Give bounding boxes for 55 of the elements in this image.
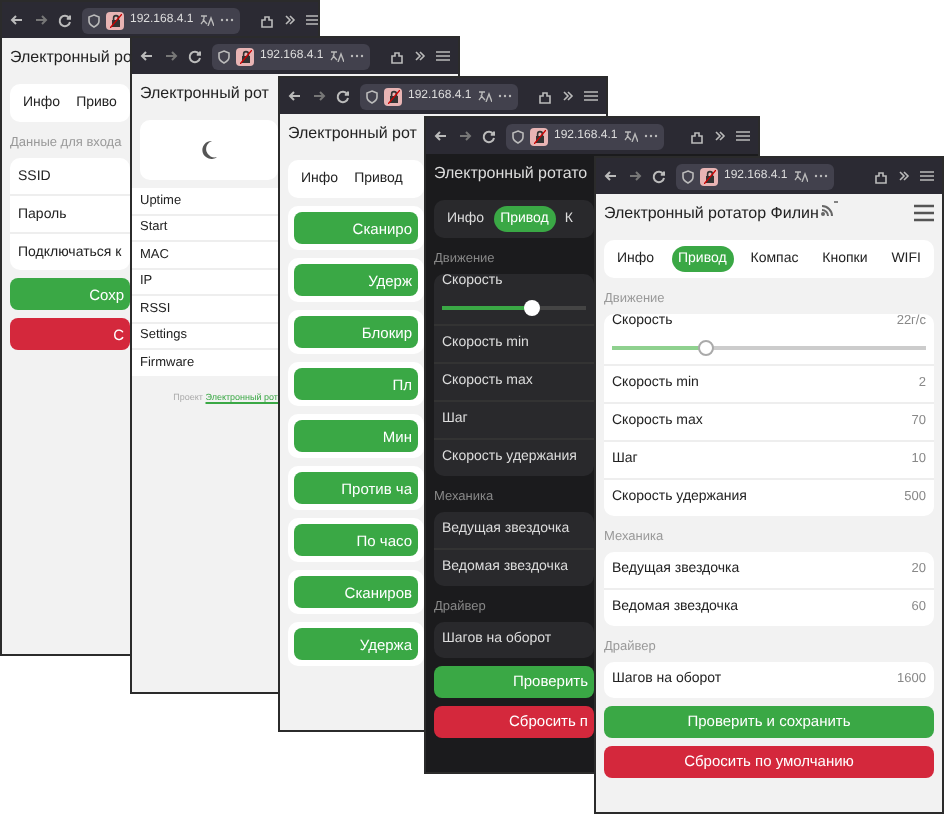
reload-icon[interactable]: [188, 49, 202, 63]
shield-icon: [366, 89, 378, 103]
shield-icon: [218, 49, 230, 63]
lock-icon[interactable]: [236, 47, 254, 65]
reload-icon[interactable]: [652, 169, 666, 183]
back-icon[interactable]: [434, 130, 448, 142]
back-icon[interactable]: [140, 50, 154, 62]
forward-icon[interactable]: [312, 90, 326, 102]
shield-icon: [512, 129, 524, 143]
translate-icon[interactable]: [623, 130, 638, 142]
extension-icon[interactable]: [874, 169, 888, 183]
lock-icon[interactable]: [384, 87, 402, 105]
signal-icon: [820, 200, 841, 216]
chevrons-icon[interactable]: [714, 130, 726, 142]
back-icon[interactable]: [288, 90, 302, 102]
extension-icon[interactable]: [390, 49, 404, 63]
forward-icon[interactable]: [164, 50, 178, 62]
shield-icon: [682, 169, 694, 183]
menu-icon[interactable]: [736, 130, 750, 142]
forward-icon[interactable]: [34, 14, 48, 26]
chevrons-icon[interactable]: [283, 14, 296, 26]
reload-icon[interactable]: [58, 13, 72, 27]
menu-icon[interactable]: [584, 90, 598, 102]
menu-icon[interactable]: [305, 14, 318, 26]
app-title: Электронный ротатор Филин: [604, 204, 819, 222]
lock-icon[interactable]: [106, 11, 124, 29]
slider-thumb[interactable]: [524, 299, 541, 315]
forward-icon[interactable]: [628, 170, 642, 182]
translate-icon[interactable]: [477, 90, 492, 102]
translate-icon[interactable]: [329, 50, 344, 62]
forward-icon[interactable]: [458, 130, 472, 142]
chevrons-icon[interactable]: [562, 90, 574, 102]
menu-icon[interactable]: [914, 204, 934, 222]
app-title: Электронный ротато: [434, 164, 588, 182]
chevrons-icon[interactable]: [414, 50, 426, 62]
extension-icon[interactable]: [259, 13, 274, 27]
back-icon[interactable]: [604, 170, 618, 182]
lock-icon[interactable]: [530, 127, 548, 145]
theme-toggle[interactable]: [140, 120, 278, 180]
chevrons-icon[interactable]: [898, 170, 910, 182]
lock-icon[interactable]: [700, 167, 718, 185]
extension-icon[interactable]: [690, 129, 704, 143]
menu-icon[interactable]: [436, 50, 450, 62]
back-icon[interactable]: [10, 14, 24, 26]
app-title: Электронный рот: [140, 84, 269, 102]
translate-icon[interactable]: [199, 14, 214, 26]
menu-icon[interactable]: [920, 170, 934, 182]
reload-icon[interactable]: [336, 89, 350, 103]
shield-icon: [88, 13, 100, 27]
reload-icon[interactable]: [482, 129, 496, 143]
moon-icon: [200, 140, 218, 160]
app-title: Электронный рот: [288, 124, 417, 142]
slider-thumb[interactable]: [698, 339, 715, 355]
translate-icon[interactable]: [793, 170, 808, 182]
extension-icon[interactable]: [538, 89, 552, 103]
